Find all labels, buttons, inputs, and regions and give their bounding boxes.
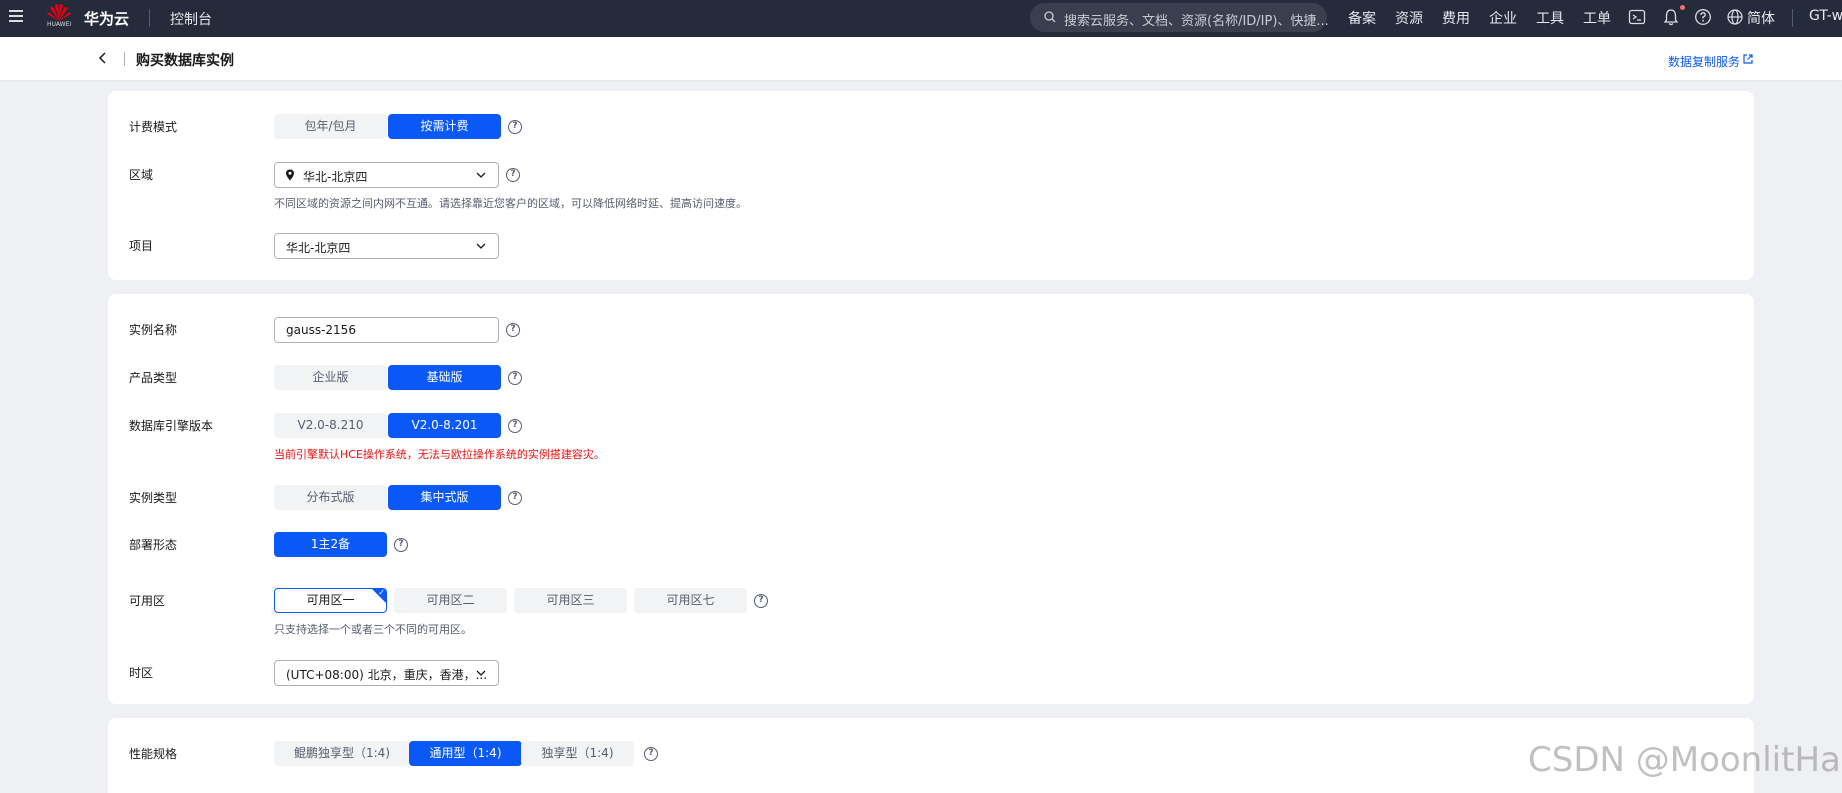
external-link-icon[interactable] xyxy=(1742,53,1754,65)
page-title: 购买数据库实例 xyxy=(136,53,234,69)
chevron-down-icon xyxy=(476,172,486,178)
language-switch[interactable]: 简体 xyxy=(1747,8,1775,28)
region-select[interactable]: 华北-北京四 xyxy=(274,162,499,188)
performance-card: 性能规格 鲲鹏独享型（1:4) 通用型（1:4) 独享型（1:4) ? xyxy=(108,718,1754,793)
nav-enterprise[interactable]: 企业 xyxy=(1489,8,1517,28)
help-circle-icon[interactable]: ? xyxy=(508,120,522,134)
nav-billing[interactable]: 费用 xyxy=(1442,8,1470,28)
engine-version-8210[interactable]: V2.0-8.210 xyxy=(274,413,387,438)
global-search-input[interactable]: 搜索云服务、文档、资源(名称/ID/IP)、快捷... xyxy=(1030,3,1329,32)
engine-version-warning: 当前引擎默认HCE操作系统，无法与欧拉操作系统的实例搭建容灾。 xyxy=(274,448,605,461)
terminal-icon[interactable] xyxy=(1628,8,1646,26)
divider xyxy=(149,9,150,27)
instance-type-distributed[interactable]: 分布式版 xyxy=(274,485,387,510)
help-circle-icon[interactable]: ? xyxy=(508,371,522,385)
project-select[interactable]: 华北-北京四 xyxy=(274,233,499,259)
billing-option-ondemand[interactable]: 按需计费 xyxy=(388,114,501,139)
az-hint: 只支持选择一个或者三个不同的可用区。 xyxy=(274,623,472,636)
az-option-1-label: 可用区一 xyxy=(306,593,355,607)
product-type-enterprise[interactable]: 企业版 xyxy=(274,365,387,390)
nav-filing[interactable]: 备案 xyxy=(1348,8,1376,28)
help-circle-icon[interactable]: ? xyxy=(508,491,522,505)
user-account[interactable]: GT-wh xyxy=(1809,8,1842,24)
nav-resources[interactable]: 资源 xyxy=(1395,8,1423,28)
instance-config-card: 实例名称 gauss-2156 ? 产品类型 企业版 基础版 ? 数据库引擎版本… xyxy=(108,294,1754,704)
location-pin-icon xyxy=(286,169,294,181)
timezone-label: 时区 xyxy=(129,666,154,680)
project-value: 华北-北京四 xyxy=(286,241,351,255)
instance-name-label: 实例名称 xyxy=(129,323,178,337)
search-placeholder: 搜索云服务、文档、资源(名称/ID/IP)、快捷... xyxy=(1064,14,1329,29)
console-link[interactable]: 控制台 xyxy=(170,9,212,29)
deployment-1p2s[interactable]: 1主2备 xyxy=(274,532,387,557)
az-option-1[interactable]: 可用区一 ✓ xyxy=(274,588,387,613)
instance-type-centralized[interactable]: 集中式版 xyxy=(388,485,501,510)
az-option-7[interactable]: 可用区七 xyxy=(634,588,747,613)
engine-version-label: 数据库引擎版本 xyxy=(129,419,214,433)
back-arrow-icon[interactable] xyxy=(96,51,110,65)
logo-text: HUAWEI xyxy=(47,21,72,28)
help-circle-icon[interactable]: ? xyxy=(754,594,768,608)
nav-tools[interactable]: 工具 xyxy=(1536,8,1564,28)
data-replication-link[interactable]: 数据复制服务 xyxy=(1668,53,1740,70)
region-label: 区域 xyxy=(129,168,154,182)
region-hint: 不同区域的资源之间内网不互通。请选择靠近您客户的区域，可以降低网络时延、提高访问… xyxy=(274,197,747,210)
az-option-3[interactable]: 可用区三 xyxy=(514,588,627,613)
region-value: 华北-北京四 xyxy=(303,170,368,184)
timezone-select[interactable]: (UTC+08:00) 北京，重庆，香港，... xyxy=(274,660,499,686)
help-circle-icon[interactable]: ? xyxy=(394,538,408,552)
performance-label: 性能规格 xyxy=(129,747,178,761)
help-circle-icon[interactable]: ? xyxy=(644,747,658,761)
billing-option-yearly[interactable]: 包年/包月 xyxy=(274,114,387,139)
help-circle-icon[interactable]: ? xyxy=(506,323,520,337)
menu-icon[interactable] xyxy=(6,6,26,26)
perf-option-general[interactable]: 通用型（1:4) xyxy=(409,741,522,766)
timezone-value: (UTC+08:00) 北京，重庆，香港，... xyxy=(286,668,488,682)
page-header: 购买数据库实例 数据复制服务 xyxy=(0,37,1842,80)
help-icon[interactable] xyxy=(1694,8,1712,26)
perf-option-kunpeng[interactable]: 鲲鹏独享型（1:4) xyxy=(274,741,410,766)
perf-option-dedicated[interactable]: 独享型（1:4) xyxy=(521,741,634,766)
notification-dot xyxy=(1680,5,1685,10)
help-circle-icon[interactable]: ? xyxy=(508,419,522,433)
instance-type-label: 实例类型 xyxy=(129,491,178,505)
search-icon xyxy=(1044,11,1056,23)
billing-region-card: 计费模式 包年/包月 按需计费 ? 区域 华北-北京四 ? 不同区域的资源之间内… xyxy=(108,91,1754,280)
deployment-label: 部署形态 xyxy=(129,538,178,552)
product-type-label: 产品类型 xyxy=(129,371,178,385)
billing-mode-label: 计费模式 xyxy=(129,120,178,134)
chevron-down-icon xyxy=(476,243,486,249)
top-navbar: HUAWEI 华为云 控制台 搜索云服务、文档、资源(名称/ID/IP)、快捷.… xyxy=(0,0,1842,37)
help-circle-icon[interactable]: ? xyxy=(506,168,520,182)
instance-name-input[interactable]: gauss-2156 xyxy=(274,317,499,343)
brand-name[interactable]: 华为云 xyxy=(84,8,129,29)
nav-tickets[interactable]: 工单 xyxy=(1583,8,1611,28)
check-icon: ✓ xyxy=(378,588,385,597)
az-option-2[interactable]: 可用区二 xyxy=(394,588,507,613)
chevron-down-icon xyxy=(476,670,486,676)
az-label: 可用区 xyxy=(129,594,166,608)
project-label: 项目 xyxy=(129,239,154,253)
instance-name-value: gauss-2156 xyxy=(286,323,356,337)
watermark: CSDN @MoonlitHan xyxy=(1528,740,1842,780)
divider xyxy=(124,52,125,66)
bell-icon[interactable] xyxy=(1662,8,1680,26)
product-type-basic[interactable]: 基础版 xyxy=(388,365,501,390)
engine-version-8201[interactable]: V2.0-8.201 xyxy=(388,413,501,438)
divider xyxy=(1792,9,1793,27)
huawei-logo[interactable] xyxy=(46,3,72,33)
globe-icon[interactable] xyxy=(1726,8,1744,26)
